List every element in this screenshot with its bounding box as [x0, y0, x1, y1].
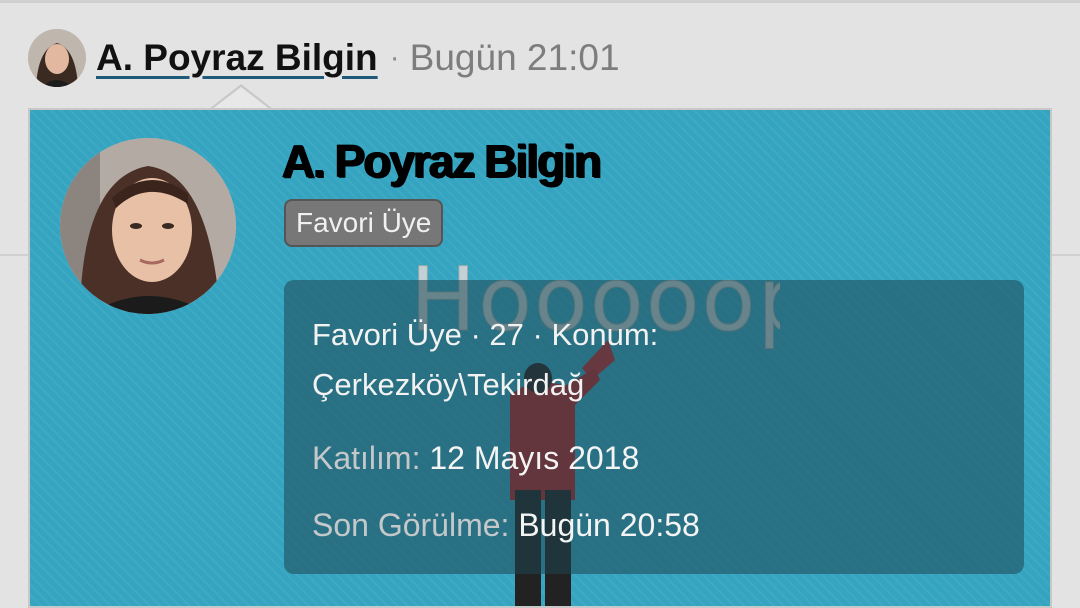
role-badge: Favori Üye: [284, 199, 444, 247]
last-seen-value: Bugün 20:58: [518, 507, 700, 543]
username-link[interactable]: A. Poyraz Bilgin: [96, 37, 378, 79]
member-info-box: Favori Üye · 27 · Konum: Çerkezköy\Tekir…: [284, 280, 1024, 574]
popover-arrow: [211, 87, 271, 110]
last-seen-row: Son Görülme: Bugün 20:58: [312, 507, 996, 544]
post-header: A. Poyraz Bilgin · Bugün 21:01: [28, 28, 620, 88]
separator-dot: ·: [389, 41, 400, 74]
member-name[interactable]: A. Poyraz Bilgin: [282, 134, 602, 188]
member-tooltip-card: Hooooop! A. Poyraz Bilgin Favori Üye Fav…: [28, 108, 1052, 608]
last-seen-label: Son Görülme:: [312, 507, 510, 543]
joined-label: Katılım:: [312, 440, 421, 476]
top-border: [0, 0, 1080, 3]
joined-value: 12 Mayıs 2018: [429, 440, 640, 476]
joined-row: Katılım: 12 Mayıs 2018: [312, 440, 996, 477]
member-summary: Favori Üye · 27 · Konum: Çerkezköy\Tekir…: [312, 317, 659, 402]
user-avatar-small[interactable]: [28, 29, 86, 87]
post-time: Bugün 21:01: [409, 37, 620, 78]
user-avatar-large[interactable]: [60, 138, 236, 314]
